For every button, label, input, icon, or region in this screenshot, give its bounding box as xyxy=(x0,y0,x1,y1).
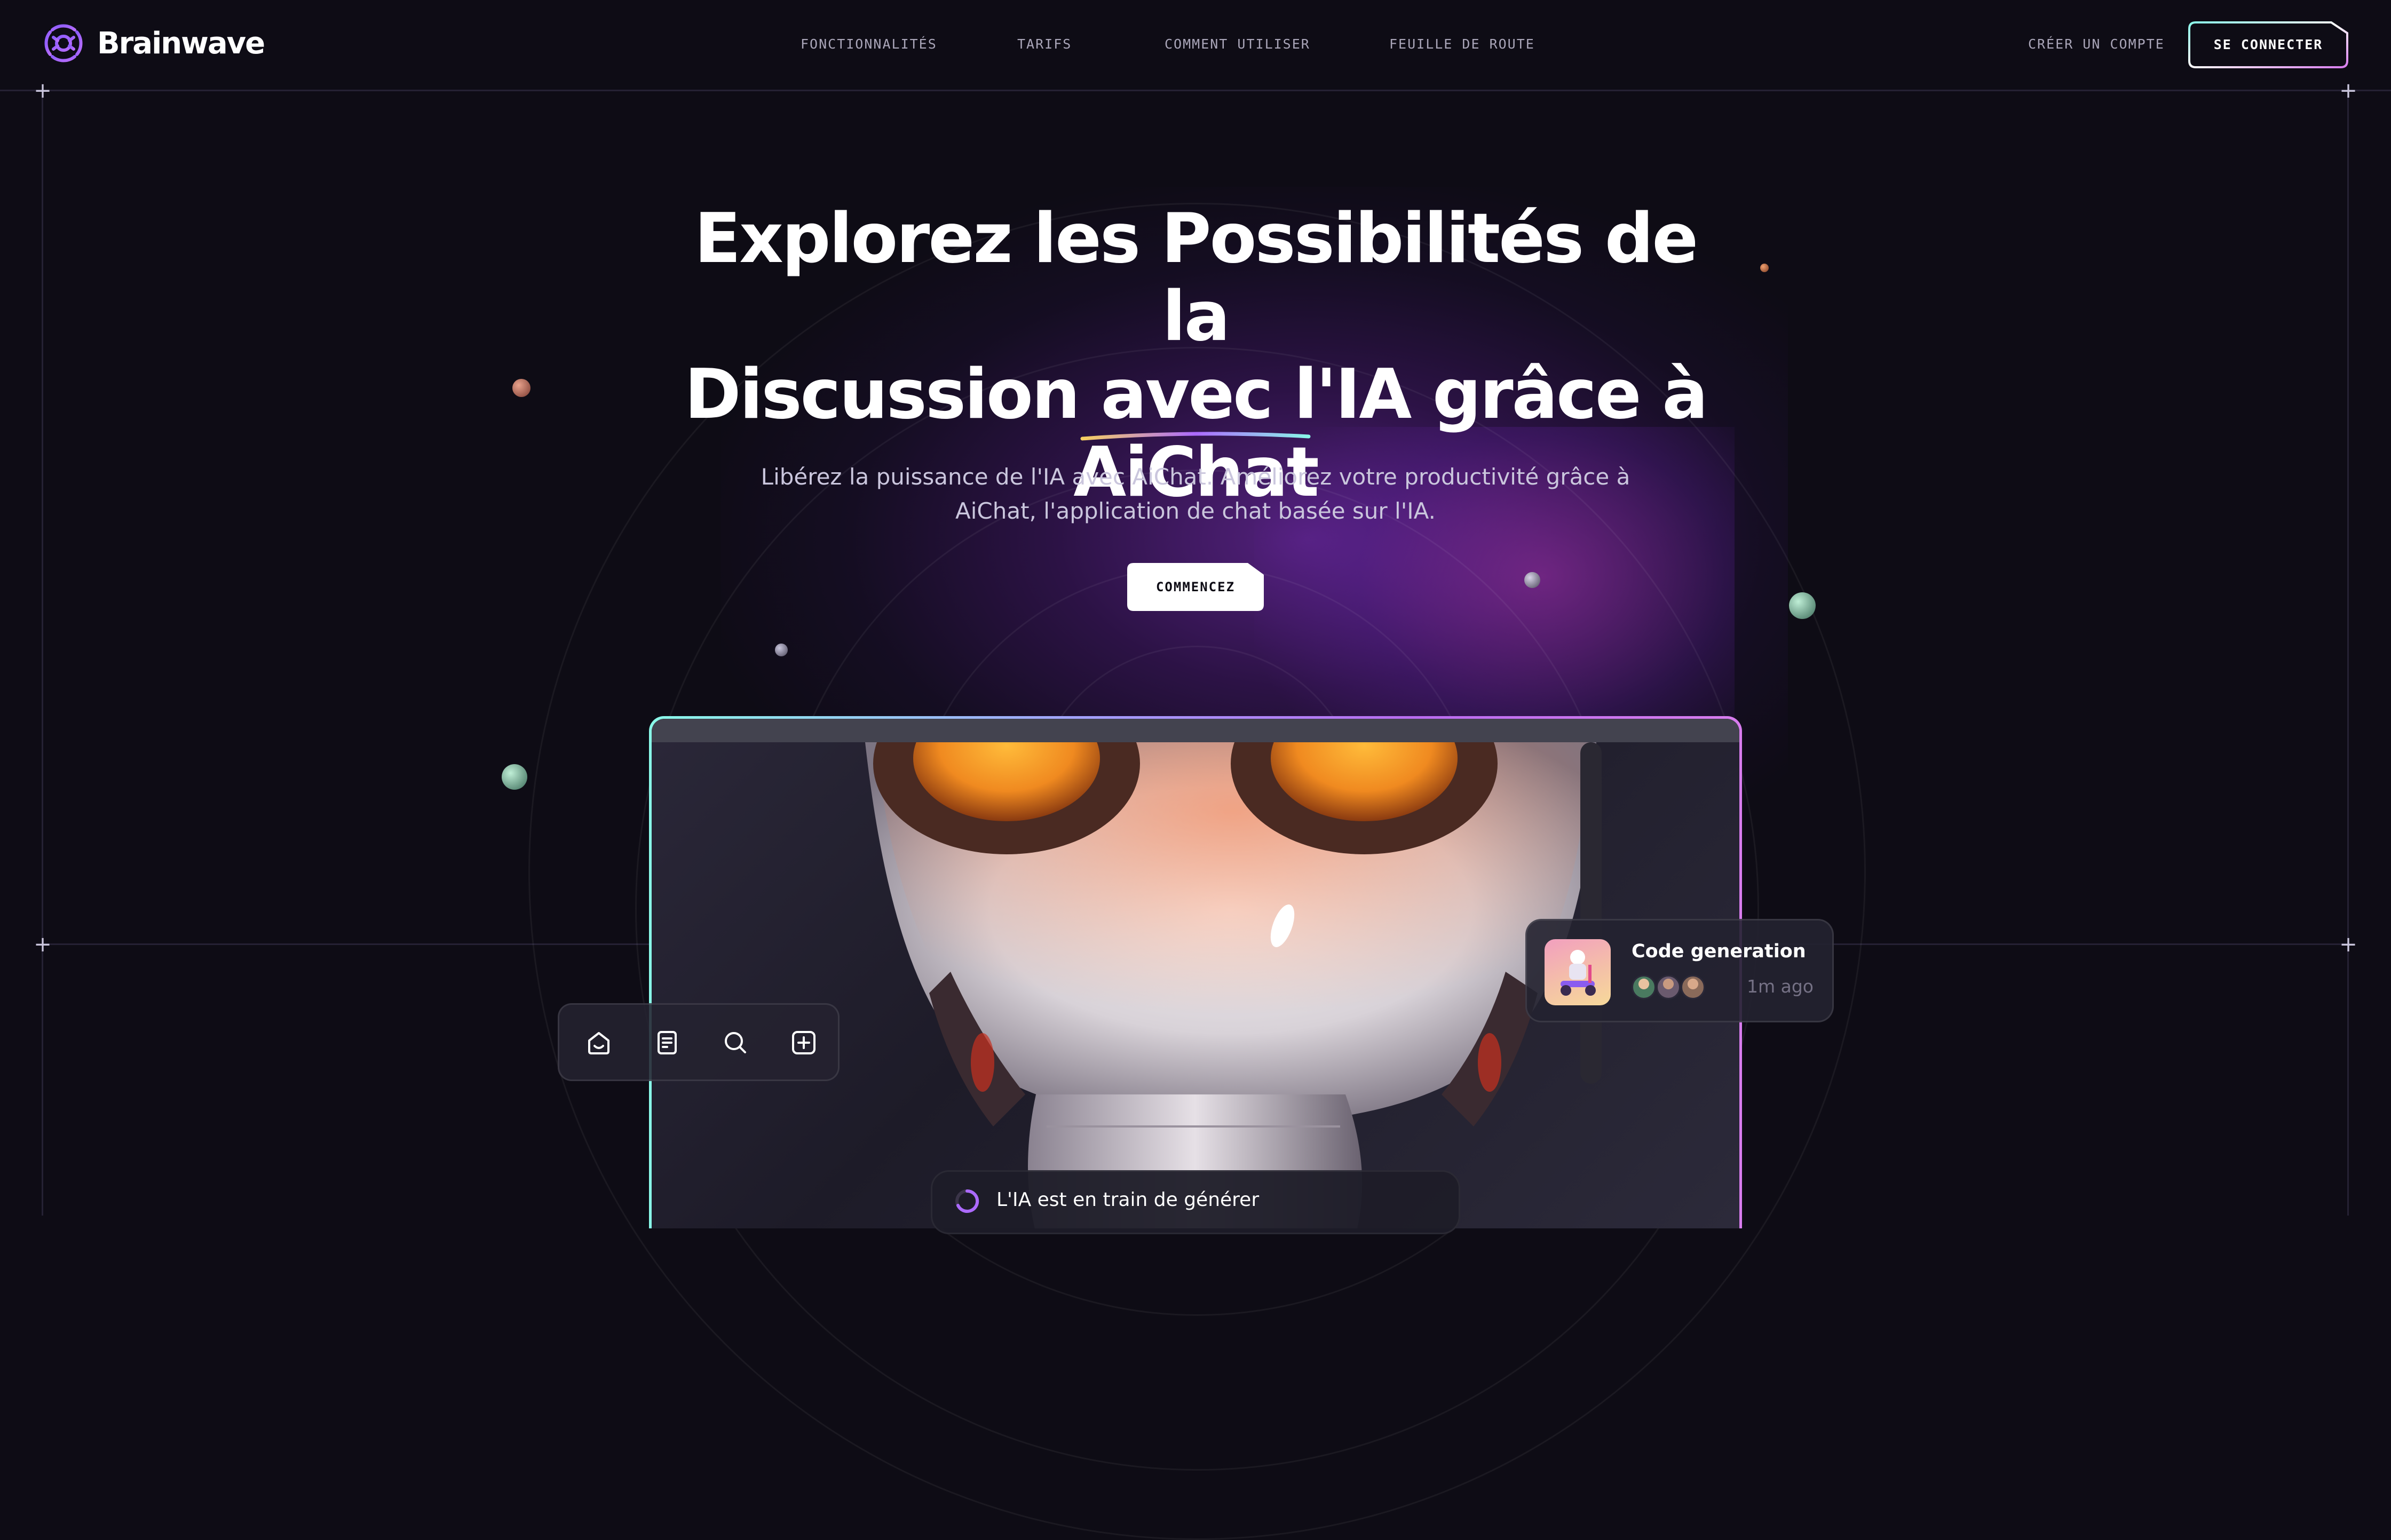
frame-line-right xyxy=(2347,90,2349,1216)
floating-toolbar xyxy=(558,1003,840,1081)
plus-marker-icon: + xyxy=(34,78,52,103)
avatar xyxy=(1656,975,1681,999)
decorative-planet xyxy=(1760,264,1769,272)
decorative-planet xyxy=(512,379,531,397)
login-button[interactable]: SE CONNECTER xyxy=(2188,21,2348,68)
ai-generating-status: L'IA est en train de générer xyxy=(931,1170,1460,1234)
site-header: Brainwave FONCTIONNALITÉS TARIFS COMMENT… xyxy=(0,0,2391,91)
hero-subtitle: Libérez la puissance de l'IA avec AiChat… xyxy=(761,464,1630,524)
robot-on-scooter-illustration xyxy=(1545,939,1611,1005)
get-started-button-label: COMMENCEZ xyxy=(1155,580,1236,594)
create-account-link[interactable]: CRÉER UN COMPTE xyxy=(2028,36,2165,52)
decorative-planet xyxy=(1789,592,1816,619)
decorative-planet xyxy=(1524,572,1540,588)
get-started-button[interactable]: COMMENCEZ xyxy=(1127,563,1264,611)
avatar xyxy=(1632,975,1656,999)
decorative-planet xyxy=(502,764,527,790)
login-button-label: SE CONNECTER xyxy=(2213,37,2323,52)
add-square-icon[interactable] xyxy=(789,1028,819,1058)
showcase-window-bar xyxy=(652,719,1739,742)
plus-marker-icon: + xyxy=(2339,932,2357,957)
avatar xyxy=(1681,975,1705,999)
code-generation-card[interactable]: Code generation 1m ago xyxy=(1525,919,1834,1022)
decorative-planet xyxy=(775,644,788,656)
card-thumbnail-image xyxy=(1561,950,1596,996)
nav-item-pricing[interactable]: TARIFS xyxy=(1017,36,1072,52)
home-icon[interactable] xyxy=(584,1028,614,1058)
nav-item-features[interactable]: FONCTIONNALITÉS xyxy=(801,36,937,52)
loading-spinner-icon xyxy=(955,1189,979,1213)
card-title: Code generation xyxy=(1632,941,1806,962)
nav-item-roadmap[interactable]: FEUILLE DE ROUTE xyxy=(1389,36,1535,52)
hero-title-line-1: Explorez les Possibilités de la xyxy=(694,199,1698,356)
plus-marker-icon: + xyxy=(34,932,52,957)
highlight-underline xyxy=(1080,432,1311,441)
status-text: L'IA est en train de générer xyxy=(996,1189,1260,1211)
hero-title-line-2: Discussion avec l'IA grâce à xyxy=(684,355,1708,434)
avatar-group xyxy=(1632,975,1712,999)
nav-item-how-to-use[interactable]: COMMENT UTILISER xyxy=(1165,36,1310,52)
document-icon[interactable] xyxy=(652,1028,682,1058)
search-icon[interactable] xyxy=(721,1028,750,1058)
plus-marker-icon: + xyxy=(2339,78,2357,103)
frame-line-left xyxy=(42,90,43,1216)
card-timestamp: 1m ago xyxy=(1747,976,1814,997)
